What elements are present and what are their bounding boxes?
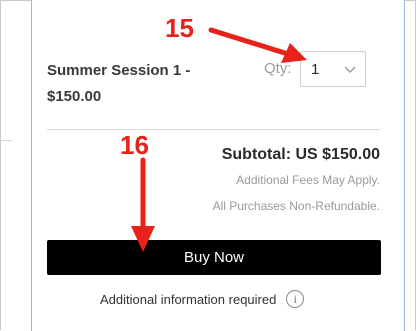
info-circle-icon[interactable]: i	[286, 290, 305, 308]
checkout-panel	[31, 0, 405, 331]
subtotal: Subtotal: US $150.00	[221, 146, 380, 163]
quantity-select[interactable]: 1	[300, 51, 366, 87]
quantity-value: 1	[311, 61, 320, 78]
divider	[47, 129, 380, 130]
item-name: Summer Session 1 - $150.00	[47, 58, 247, 110]
item-name-line: Summer Session 1 -	[47, 62, 191, 79]
quantity-label: Qty:	[264, 60, 292, 77]
additional-info-row: Additional information required i	[100, 289, 305, 309]
additional-info-text: Additional information required	[100, 291, 277, 307]
fees-note: Additional Fees May Apply.	[236, 173, 380, 187]
background-rule	[0, 140, 12, 141]
chevron-down-icon	[344, 66, 356, 73]
item-price: $150.00	[47, 88, 102, 105]
step-callout-16: 16	[120, 130, 149, 160]
refund-note: All Purchases Non-Refundable.	[212, 199, 380, 213]
step-callout-15: 15	[165, 13, 194, 43]
buy-now-button[interactable]: Buy Now	[47, 240, 381, 275]
